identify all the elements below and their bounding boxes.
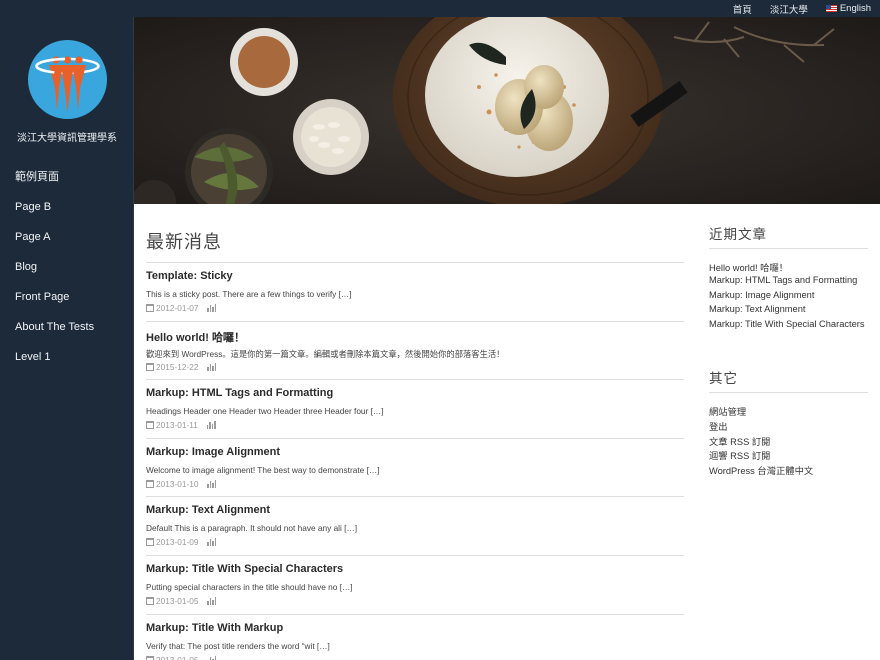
language-label: English xyxy=(839,3,871,14)
post-title-link[interactable]: Hello world! 哈囉！ xyxy=(146,329,684,346)
meta-widget: 其它 網站管理 登出 文章 RSS 訂閱 迴響 RSS 訂閱 WordPress… xyxy=(709,367,868,478)
right-sidebar: 近期文章 Hello world! 哈囉！ Markup: HTML Tags … xyxy=(709,223,868,478)
post-excerpt: This is a sticky post. There are a few t… xyxy=(146,289,352,299)
site-logo[interactable] xyxy=(28,40,107,119)
sidebar-item-level-1[interactable]: Level 1 xyxy=(0,347,134,377)
sidebar-item-blog[interactable]: Blog xyxy=(0,257,134,287)
hero-cake-image xyxy=(134,17,880,204)
top-nav-home-link[interactable]: 首頁 xyxy=(733,2,752,16)
recent-post-link[interactable]: Hello world! 哈囉！ xyxy=(709,260,868,275)
recent-post-link[interactable]: Markup: Image Alignment xyxy=(709,290,868,305)
post-date: 2012-01-07 xyxy=(156,303,199,313)
post-excerpt: Putting special characters in the title … xyxy=(146,581,353,592)
calendar-icon xyxy=(146,538,154,547)
us-flag-icon xyxy=(825,5,837,12)
post-meta: 2013-01-05 xyxy=(146,655,684,660)
sidebar-item-front-page[interactable]: Front Page xyxy=(0,287,134,317)
post-title-link[interactable]: Markup: HTML Tags and Formatting xyxy=(146,387,684,404)
post-excerpt: Headings Header one Header two Header th… xyxy=(146,406,384,417)
post-meta: 2013-01-11 xyxy=(146,420,684,430)
stats-icon[interactable] xyxy=(207,479,217,488)
post-title-link[interactable]: Markup: Text Alignment xyxy=(146,504,684,521)
post-item: Markup: Text Alignment Default This is a… xyxy=(146,497,684,556)
sidebar-item-about-the-tests[interactable]: About The Tests xyxy=(0,317,134,347)
main-content: 最新消息 Template: Sticky This is a sticky p… xyxy=(146,228,684,660)
post-item: Markup: Image Alignment Welcome to image… xyxy=(146,439,684,498)
post-item: Markup: HTML Tags and Formatting Heading… xyxy=(146,380,684,439)
top-nav-university-link[interactable]: 淡江大學 xyxy=(770,2,808,16)
sidebar-item-page-a[interactable]: Page A xyxy=(0,227,134,257)
stats-icon[interactable] xyxy=(207,596,217,605)
stats-icon[interactable] xyxy=(206,421,216,430)
post-date: 2015-12-22 xyxy=(156,361,199,372)
post-excerpt: 歡迎來到 WordPress。這是你的第一篇文章。編輯或者刪除本篇文章，然後開始… xyxy=(146,348,505,359)
post-meta: 2012-01-07 xyxy=(146,303,684,313)
widget-title: 近期文章 xyxy=(709,223,868,249)
stats-icon[interactable] xyxy=(207,304,217,312)
post-date: 2013-01-05 xyxy=(156,654,199,660)
sidebar-item-sample-page[interactable]: 範例頁面 xyxy=(0,167,134,197)
left-sidebar: 淡江大學資訊管理學系 範例頁面 Page B Page A Blog Front… xyxy=(0,17,134,660)
post-item: Template: Sticky This is a sticky post. … xyxy=(146,263,684,322)
site-name[interactable]: 淡江大學資訊管理學系 xyxy=(0,129,134,144)
post-title-link[interactable]: Markup: Image Alignment xyxy=(146,446,684,463)
logo-figure-icon xyxy=(35,56,100,112)
post-meta: 2013-01-10 xyxy=(146,479,684,489)
entries-rss-link[interactable]: 文章 RSS 訂閱 xyxy=(709,434,868,449)
post-item: Hello world! 哈囉！ 歡迎來到 WordPress。這是你的第一篇文… xyxy=(146,322,684,381)
calendar-icon xyxy=(146,362,154,371)
logout-link[interactable]: 登出 xyxy=(709,419,868,434)
post-title-link[interactable]: Markup: Title With Special Characters xyxy=(146,563,684,580)
sidebar-menu: 範例頁面 Page B Page A Blog Front Page About… xyxy=(0,167,134,377)
calendar-icon xyxy=(146,421,154,430)
post-meta: 2013-01-09 xyxy=(146,537,684,547)
stats-icon[interactable] xyxy=(207,538,217,547)
page-title: 最新消息 xyxy=(146,228,684,263)
recent-post-link[interactable]: Markup: Title With Special Characters xyxy=(709,319,868,334)
post-date: 2013-01-11 xyxy=(156,420,198,431)
stats-icon[interactable] xyxy=(207,362,217,371)
wordpress-tw-link[interactable]: WordPress 台灣正體中文 xyxy=(709,463,868,478)
recent-post-link[interactable]: Markup: Text Alignment xyxy=(709,304,868,319)
top-bar: 首頁 淡江大學 English xyxy=(0,0,880,17)
calendar-icon xyxy=(146,304,154,312)
post-title-link[interactable]: Template: Sticky xyxy=(146,270,684,287)
calendar-icon xyxy=(146,655,154,660)
top-nav: 首頁 淡江大學 English xyxy=(733,0,880,17)
post-date: 2013-01-05 xyxy=(156,595,199,606)
post-item: Markup: Title With Special Characters Pu… xyxy=(146,556,684,615)
stats-icon[interactable] xyxy=(207,655,217,660)
calendar-icon xyxy=(146,596,154,605)
post-date: 2013-01-09 xyxy=(156,537,199,548)
post-meta: 2015-12-22 xyxy=(146,362,684,372)
recent-posts-widget: 近期文章 Hello world! 哈囉！ Markup: HTML Tags … xyxy=(709,223,868,334)
sidebar-item-page-b[interactable]: Page B xyxy=(0,197,134,227)
comments-rss-link[interactable]: 迴響 RSS 訂閱 xyxy=(709,448,868,463)
post-title-link[interactable]: Markup: Title With Markup xyxy=(146,622,684,639)
site-admin-link[interactable]: 網站管理 xyxy=(709,404,868,419)
calendar-icon xyxy=(146,479,154,488)
post-excerpt: Verify that: The post title renders the … xyxy=(146,640,330,651)
post-item: Markup: Title With Markup Verify that: T… xyxy=(146,615,684,660)
post-excerpt: Default This is a paragraph. It should n… xyxy=(146,523,358,534)
hero-image xyxy=(134,17,880,204)
post-date: 2013-01-10 xyxy=(156,478,199,489)
recent-post-link[interactable]: Markup: HTML Tags and Formatting xyxy=(709,275,868,290)
post-meta: 2013-01-05 xyxy=(146,596,684,606)
widget-title: 其它 xyxy=(709,367,868,393)
post-excerpt: Welcome to image alignment! The best way… xyxy=(146,464,380,475)
language-switcher[interactable]: English xyxy=(825,3,871,14)
